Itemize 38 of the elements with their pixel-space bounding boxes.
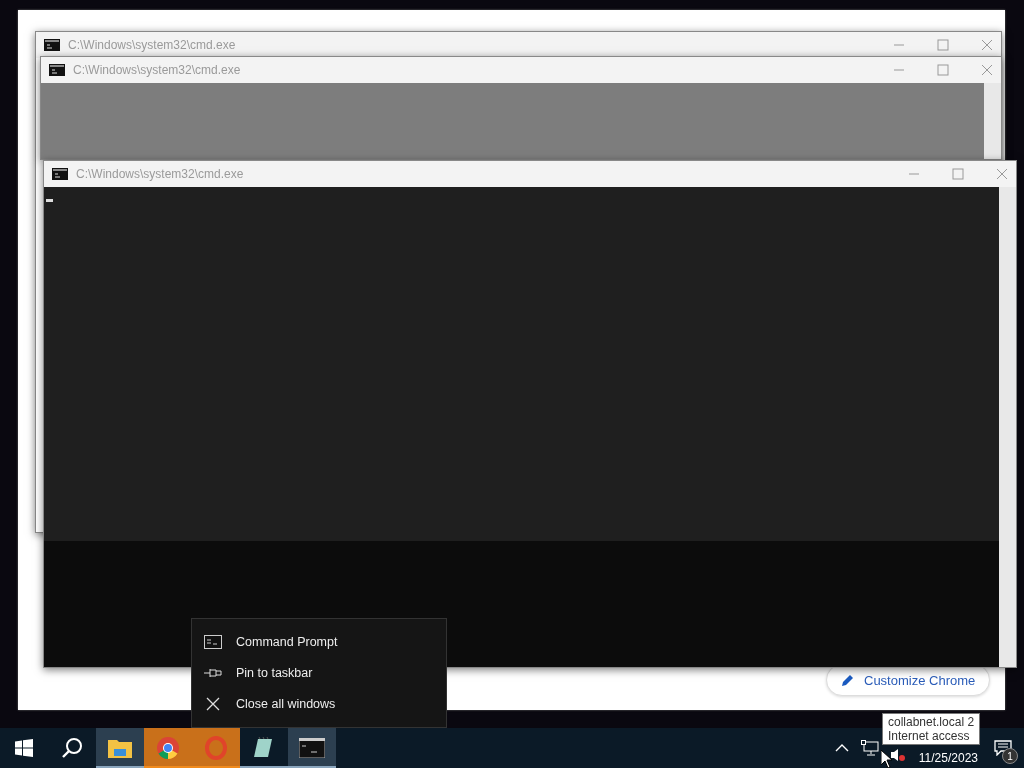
close-icon[interactable]	[996, 168, 1008, 180]
notifications-button[interactable]: 1	[988, 728, 1018, 768]
close-icon[interactable]	[981, 64, 993, 76]
window-title: C:\Windows\system32\cmd.exe	[68, 38, 236, 52]
maximize-icon[interactable]	[937, 39, 949, 51]
window-title: C:\Windows\system32\cmd.exe	[76, 167, 244, 181]
menu-item[interactable]: Pin to taskbar	[192, 657, 446, 689]
notification-count: 1	[1002, 748, 1018, 764]
clock-date[interactable]: 11/25/2023	[918, 751, 978, 765]
search-icon	[61, 737, 83, 759]
maximize-icon[interactable]	[937, 64, 949, 76]
console-icon	[204, 634, 222, 649]
console-icon	[49, 64, 65, 76]
menu-item[interactable]: Close all windows	[192, 688, 446, 720]
scrollbar[interactable]	[999, 187, 1016, 667]
muted-speaker-icon[interactable]	[890, 748, 905, 762]
chevron-up-icon[interactable]	[834, 743, 849, 753]
tooltip-text: Internet access	[888, 729, 971, 743]
console-icon	[44, 39, 60, 51]
maximize-icon[interactable]	[952, 168, 964, 180]
windows-logo-icon	[15, 739, 33, 757]
taskbar-app[interactable]	[96, 728, 144, 768]
network-icon[interactable]	[860, 740, 879, 756]
close-icon[interactable]	[981, 39, 993, 51]
scrollbar[interactable]	[984, 83, 1001, 159]
close-icon	[204, 697, 222, 712]
console-icon	[299, 738, 325, 758]
menu-item[interactable]: Command Prompt	[192, 626, 446, 658]
pencil-icon	[841, 673, 855, 687]
pin-icon	[204, 667, 222, 679]
tooltip-text: collabnet.local 2	[888, 715, 975, 729]
ring-icon	[204, 736, 228, 760]
taskbar-app[interactable]	[288, 728, 336, 768]
text-cursor	[46, 199, 53, 202]
console-icon	[52, 168, 68, 180]
window-title: C:\Windows\system32\cmd.exe	[73, 63, 241, 77]
browser-icon	[156, 736, 180, 760]
folder-icon	[108, 738, 132, 758]
